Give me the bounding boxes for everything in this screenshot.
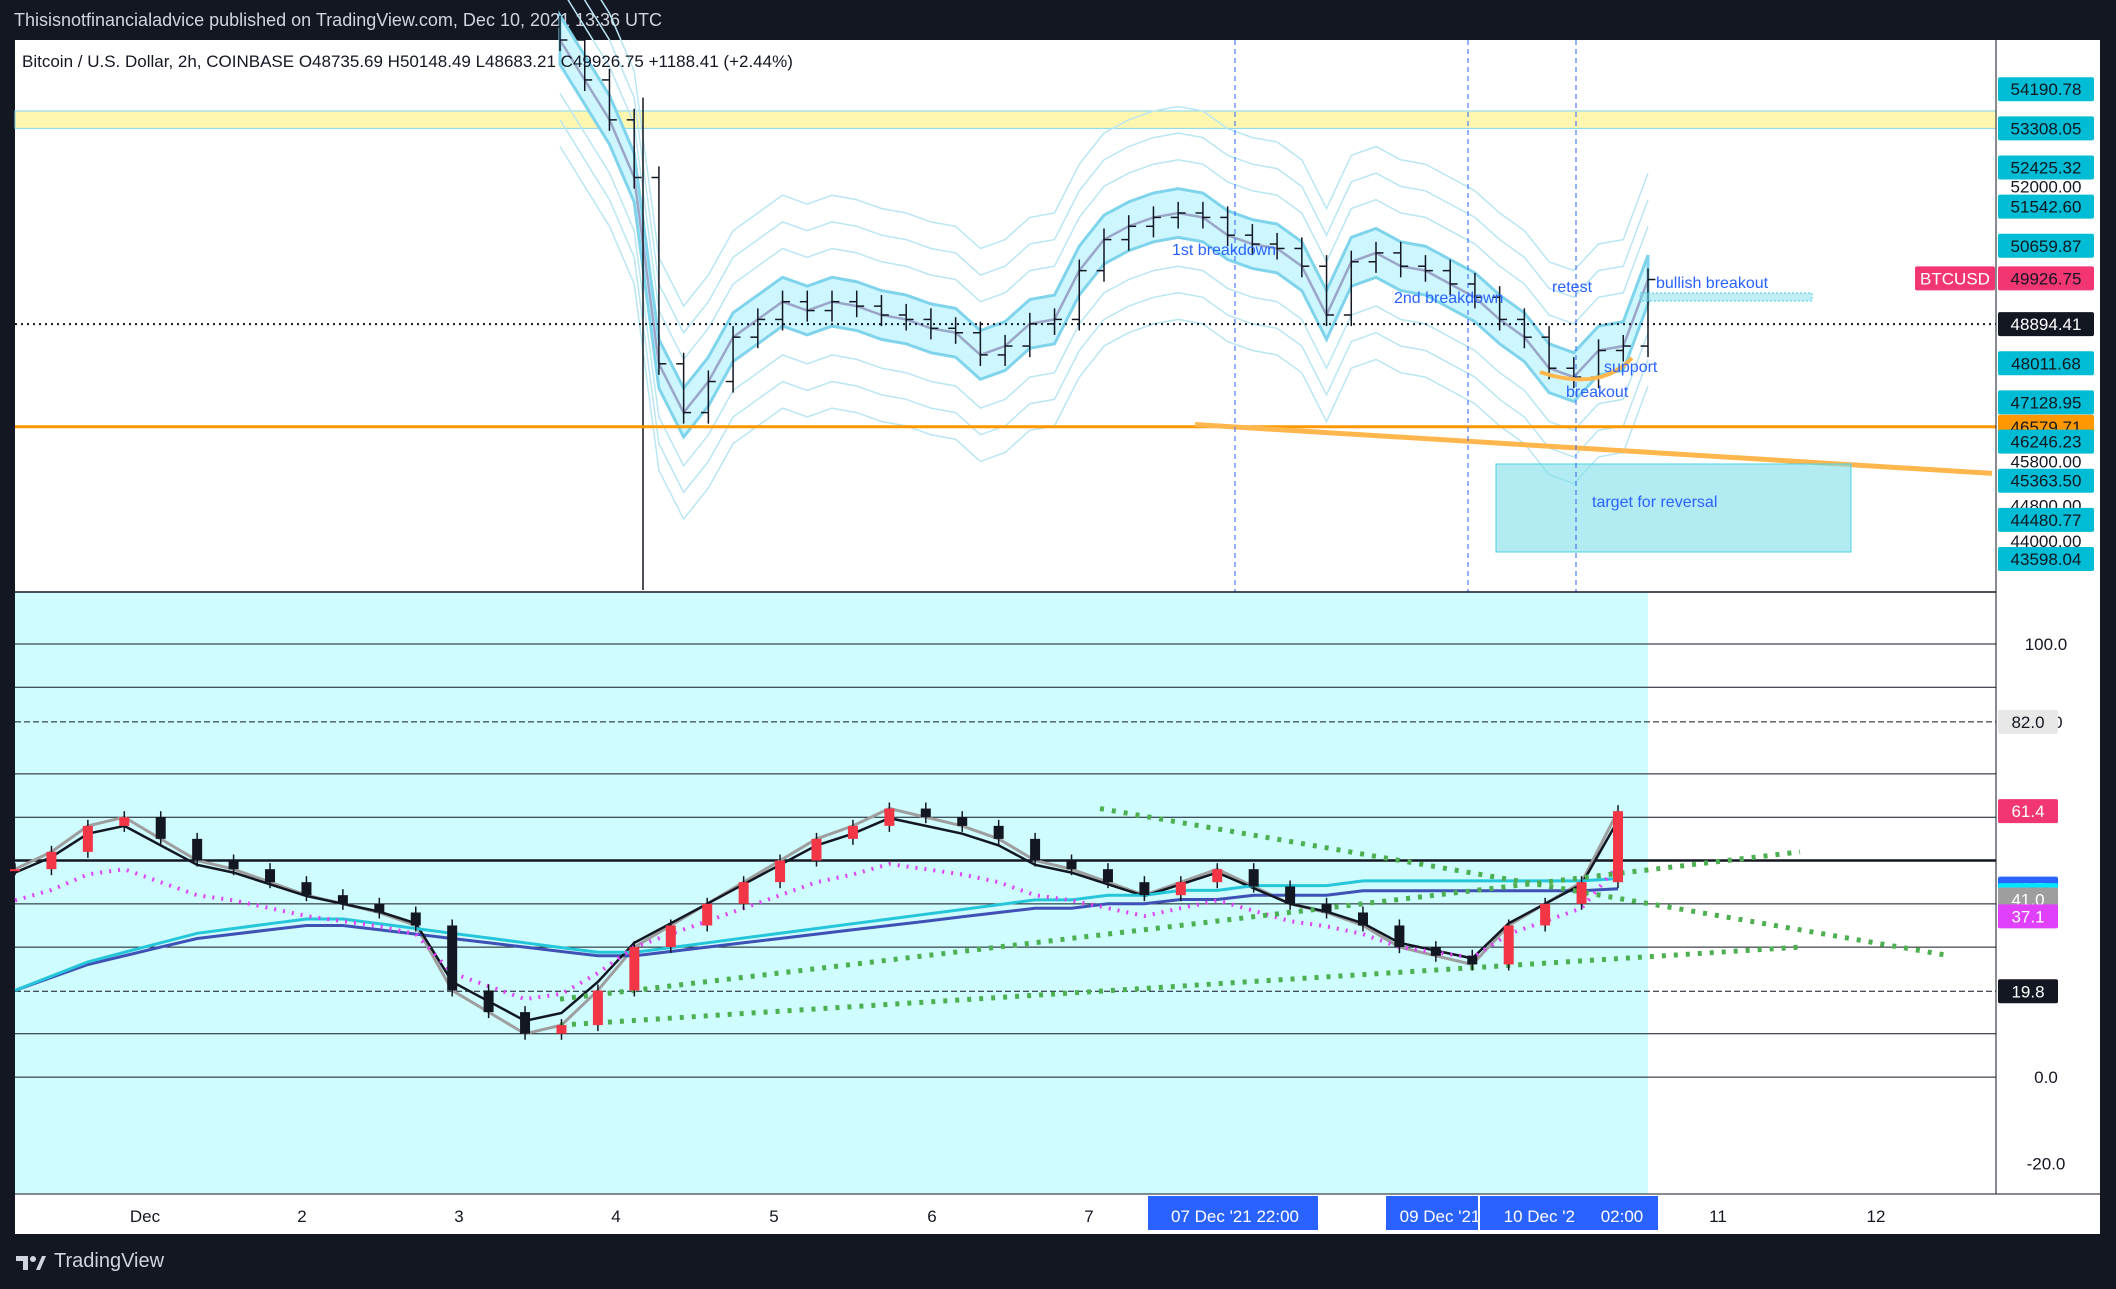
time-axis-bg [15,1194,2100,1234]
osc-candle-body [337,895,348,904]
osc-candle-body [1066,860,1077,870]
osc-tag-6: 19.8 [2011,982,2044,1001]
time-tick-4: 5 [769,1207,778,1226]
price-tag-8: 48011.68 [2011,354,2081,373]
price-tag-15: 44480.77 [2011,511,2082,530]
osc-candle-body [592,990,603,1026]
osc-candle-body [1212,869,1223,883]
time-tick-1: 2 [297,1207,306,1226]
oscillator-pane [10,591,2100,1194]
osc-candle-body [556,1025,567,1034]
osc-candle-body [775,860,786,883]
annotation-1: 2nd breakdown [1394,290,1503,307]
osc-tag-0: 82.0 [2011,713,2044,732]
osc-candle-body [1540,903,1551,926]
osc-candle-body [1139,882,1150,896]
osc-candle-body [1394,925,1405,948]
osc-candle-body [410,912,421,926]
osc-candle-body [1357,912,1368,926]
osc-candle-body [483,990,494,1013]
time-tick-9: 10 Dec '21 [1504,1207,1585,1226]
osc-candle-body [1248,869,1259,887]
time-tick-6: 7 [1084,1207,1093,1226]
annotation-0: 1st breakdown [1172,242,1276,259]
annotation-3: bullish breakout [1656,275,1769,292]
annotation-6: target for reversal [1592,494,1717,511]
osc-candle-body [228,860,239,870]
osc-candle-body [1503,925,1514,965]
osc-candle-body [811,838,822,861]
osc-candle-body [884,808,895,826]
osc-candle-body [1102,869,1113,883]
price-tag-17: 43598.04 [2011,550,2082,569]
osc-candle-body [1467,955,1478,965]
osc-candle-body [847,825,858,839]
price-tag-1: 53308.05 [2011,119,2082,138]
osc-candle-body [920,808,931,818]
yellow-resistance-zone [14,110,1997,129]
osc-candle-body [119,817,130,826]
osc-candle-body [665,925,676,948]
osc-tick-3: -20.0 [2027,1155,2066,1174]
annotation-5: breakout [1566,384,1629,401]
footer-brand: TradingView [54,1250,165,1272]
price-tag-2: 52425.32 [2011,159,2082,178]
price-tag-7: 48894.41 [2011,315,2082,334]
btcusd-label: BTCUSD [1920,269,1990,288]
footer: TradingView [14,1250,164,1273]
time-tick-11: 11 [1709,1207,1727,1226]
osc-candle-body [192,838,203,861]
osc-candle-body [1321,903,1332,913]
price-tag-12: 45800.00 [2011,452,2082,471]
price-tag-13: 45363.50 [2011,472,2082,491]
osc-candle-body [1175,882,1186,896]
osc-candle-body [629,947,640,991]
osc-tick-2: 0.0 [2034,1068,2058,1087]
tradingview-logo-icon [16,1255,46,1270]
time-tick-10: 02:00 [1601,1207,1644,1226]
price-tag-4: 51542.60 [2011,198,2082,217]
price-tag-5: 50659.87 [2011,237,2082,256]
osc-candle-body [1285,886,1296,904]
osc-candle-body [520,1012,531,1034]
osc-candle-body [702,903,713,926]
annotation-2: retest [1552,279,1593,296]
time-tick-2: 3 [454,1207,463,1226]
osc-candle-body [10,869,20,872]
price-tag-11: 46246.23 [2011,433,2082,452]
price-tag-9: 47128.95 [2011,393,2082,412]
osc-candle-body [1030,838,1041,861]
osc-candle-body [82,825,93,852]
time-tick-7: 07 Dec '21 22:00 [1171,1207,1299,1226]
osc-candle-body [738,882,749,904]
time-tick-0: Dec [130,1207,161,1226]
osc-candle-body [993,825,1004,839]
osc-candle-body [957,817,968,826]
time-axis: Dec 2 3 4 5 6 7 07 Dec '21 22:00 09 Dec '21 10 De… [15,1193,2100,1234]
time-tick-8: 09 Dec '21 [1400,1207,1481,1226]
osc-tag-1: 61.4 [2011,802,2044,821]
price-tag-3: 52000.00 [2011,177,2082,196]
osc-candle-body [301,882,312,896]
time-tick-3: 4 [611,1207,620,1226]
osc-candle-body [447,925,458,991]
osc-candle-body [265,869,276,883]
osc-tick-0: 100.0 [2025,635,2068,654]
osc-candle-body [1613,811,1623,883]
time-tick-12: 12 [1867,1207,1886,1226]
breakout-box [1639,292,1813,302]
osc-candle-body [1430,947,1441,956]
time-tick-5: 6 [927,1207,936,1226]
price-tag-6: 49926.75 [2011,269,2082,288]
osc-candle-body [374,903,385,913]
annotation-4: support [1604,359,1658,376]
osc-candle-body [155,817,166,839]
osc-candle-body [46,851,57,870]
osc-highlight-region [15,592,1648,1194]
osc-candle-body [1576,882,1587,904]
price-tag-0: 54190.78 [2011,80,2082,99]
osc-tag-5: 37.1 [2011,907,2044,926]
symbol-legend: Bitcoin / U.S. Dollar, 2h, COINBASE O487… [22,52,793,71]
chart-svg[interactable]: 1st breakdown 2nd breakdown retest bullish … [0,0,2116,1289]
